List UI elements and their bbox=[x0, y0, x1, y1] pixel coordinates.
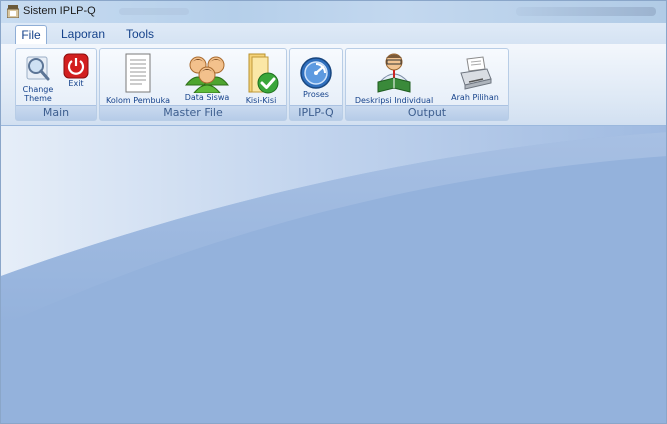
ribbon-group-output: Deskripsi Individual Arah Pilihan Output bbox=[345, 48, 509, 121]
exit-label: Exit bbox=[68, 79, 84, 88]
person-book-icon bbox=[377, 53, 411, 93]
power-icon bbox=[63, 53, 89, 79]
proses-button[interactable]: Proses bbox=[294, 56, 338, 99]
ribbon-group-iplp-q: Proses IPLP-Q bbox=[289, 48, 343, 121]
change-theme-label-line2: Theme bbox=[24, 94, 52, 103]
group-label-output: Output bbox=[346, 105, 508, 120]
kisi-kisi-label: Kisi-Kisi bbox=[245, 96, 277, 105]
ribbon-group-master-file: Kolom Pembuka Data Siswa Kisi-Kisi Maste… bbox=[99, 48, 287, 121]
folder-check-icon bbox=[248, 53, 279, 94]
tab-tools[interactable]: Tools bbox=[119, 25, 161, 44]
group-label-iplp-q: IPLP-Q bbox=[290, 105, 342, 120]
group-label-master-file: Master File bbox=[100, 105, 286, 120]
title-bar-decoration bbox=[119, 8, 189, 15]
process-icon bbox=[300, 57, 332, 89]
title-bar-caption bbox=[516, 7, 656, 16]
change-theme-label-line1: Change bbox=[22, 85, 54, 94]
kisi-kisi-button[interactable]: Kisi-Kisi bbox=[238, 52, 284, 105]
group-label-main: Main bbox=[16, 105, 96, 120]
kolom-pembuka-button[interactable]: Kolom Pembuka bbox=[103, 52, 173, 105]
document-icon bbox=[125, 53, 151, 93]
change-theme-button[interactable]: Change Theme bbox=[19, 53, 57, 103]
window-title: Sistem IPLP-Q bbox=[23, 5, 96, 17]
ribbon-group-main: Change Theme Exit Main bbox=[15, 48, 97, 121]
app-window: Sistem IPLP-Q File Laporan Tools Change … bbox=[0, 0, 667, 424]
arah-pilihan-label: Arah Pilihan bbox=[451, 93, 499, 102]
deskripsi-individual-label: Deskripsi Individual bbox=[354, 96, 434, 105]
exit-button[interactable]: Exit bbox=[60, 53, 92, 88]
tab-file[interactable]: File bbox=[15, 25, 47, 44]
proses-label: Proses bbox=[303, 90, 329, 99]
tab-laporan[interactable]: Laporan bbox=[56, 25, 110, 44]
workspace-background-swoosh bbox=[1, 126, 666, 423]
users-icon bbox=[184, 56, 230, 93]
deskripsi-individual-button[interactable]: Deskripsi Individual bbox=[348, 52, 440, 105]
ribbon: Change Theme Exit Main Kolom Pembuka Dat… bbox=[1, 44, 666, 126]
magnifier-icon bbox=[26, 56, 50, 81]
title-bar[interactable]: Sistem IPLP-Q bbox=[1, 1, 666, 23]
kolom-pembuka-label: Kolom Pembuka bbox=[106, 96, 170, 105]
app-icon bbox=[7, 5, 19, 18]
data-siswa-button[interactable]: Data Siswa bbox=[179, 55, 235, 102]
arah-pilihan-button[interactable]: Arah Pilihan bbox=[444, 55, 506, 102]
menu-bar: File Laporan Tools bbox=[1, 23, 666, 45]
printer-icon bbox=[460, 56, 492, 90]
data-siswa-label: Data Siswa bbox=[184, 93, 230, 102]
mdi-workspace[interactable] bbox=[1, 126, 666, 423]
